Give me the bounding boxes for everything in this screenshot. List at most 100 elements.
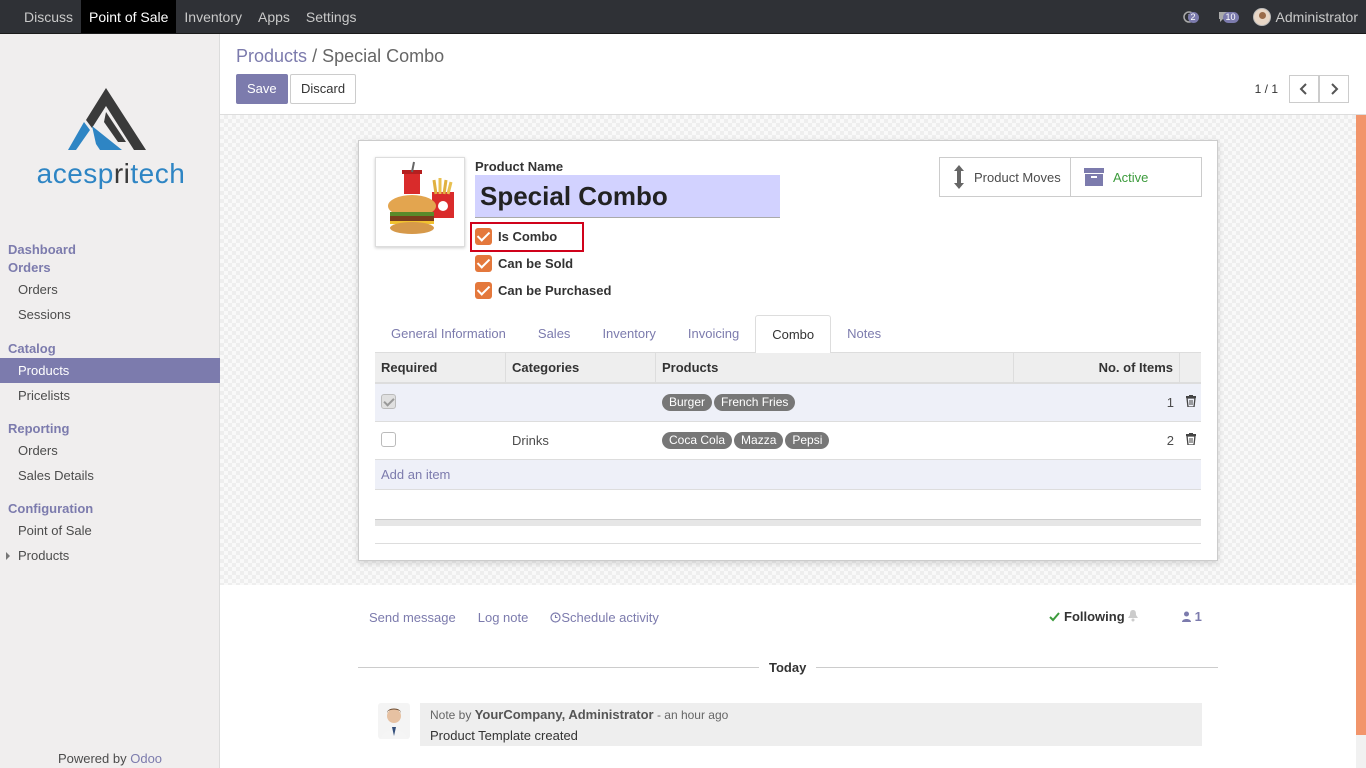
- notebook-tabs: General Information Sales Inventory Invo…: [375, 315, 1201, 354]
- product-tag[interactable]: Coca Cola: [662, 432, 733, 449]
- row-products: Burger French Fries: [656, 394, 1014, 411]
- breadcrumb-current: Special Combo: [322, 46, 445, 66]
- logo-wordmark: acespritech: [36, 158, 186, 189]
- tab-inventory[interactable]: Inventory: [586, 315, 671, 352]
- table-row[interactable]: Burger French Fries 1: [375, 384, 1201, 422]
- tab-sales[interactable]: Sales: [522, 315, 587, 352]
- activity-button[interactable]: 2: [1181, 10, 1199, 24]
- message-author-avatar[interactable]: [378, 703, 410, 739]
- scrollbar-thumb[interactable]: [1356, 115, 1366, 735]
- product-name-input[interactable]: Special Combo: [475, 175, 780, 218]
- menu-discuss[interactable]: Discuss: [16, 0, 81, 33]
- can-be-sold-checkbox[interactable]: [475, 255, 492, 272]
- sidebar-heading-configuration[interactable]: Configuration: [0, 500, 220, 518]
- arrows-vertical-icon: [954, 165, 964, 189]
- is-combo-checkbox[interactable]: [475, 228, 492, 245]
- smart-buttons: Product Moves Active: [939, 157, 1202, 197]
- following-button[interactable]: Following: [1049, 609, 1125, 624]
- delete-row-button[interactable]: [1180, 433, 1201, 448]
- product-tag[interactable]: Burger: [662, 394, 713, 411]
- column-no-of-items[interactable]: No. of Items: [1014, 353, 1180, 382]
- product-image[interactable]: [375, 157, 465, 247]
- sidebar-item-point-of-sale[interactable]: Point of Sale: [0, 518, 220, 543]
- sidebar-heading-orders[interactable]: Orders: [0, 259, 220, 277]
- discard-button[interactable]: Discard: [290, 74, 357, 104]
- sidebar-item-pricelists[interactable]: Pricelists: [0, 383, 220, 408]
- control-panel: Products / Special Combo Save Discard 1 …: [220, 34, 1366, 115]
- archive-icon: [1084, 168, 1104, 186]
- menu-point-of-sale[interactable]: Point of Sale: [81, 0, 177, 33]
- tab-notes[interactable]: Notes: [831, 315, 897, 352]
- table-header: Required Categories Products No. of Item…: [375, 353, 1201, 384]
- can-be-sold-field[interactable]: Can be Sold: [475, 255, 573, 272]
- notification-settings-button[interactable]: [1127, 609, 1139, 625]
- message-author[interactable]: YourCompany, Administrator: [475, 707, 654, 722]
- sidebar-item-products[interactable]: Products: [0, 358, 220, 383]
- tab-combo[interactable]: Combo: [755, 315, 832, 354]
- send-message-button[interactable]: Send message: [369, 610, 456, 625]
- sidebar-item-sessions[interactable]: Sessions: [0, 302, 220, 327]
- powered-by: Powered by Odoo: [57, 751, 163, 766]
- column-required[interactable]: Required: [375, 353, 506, 382]
- sidebar-item-sales-details[interactable]: Sales Details: [0, 463, 220, 488]
- clock-icon: [550, 612, 561, 623]
- user-avatar: [1252, 7, 1271, 26]
- top-navbar: Discuss Point of Sale Inventory Apps Set…: [0, 0, 1366, 34]
- required-checkbox[interactable]: [381, 393, 396, 409]
- divider: [375, 543, 1201, 544]
- tab-general-information[interactable]: General Information: [375, 315, 522, 352]
- sidebar-heading-catalog[interactable]: Catalog: [0, 340, 220, 358]
- systray: 2 10 Administrator: [1181, 0, 1366, 33]
- add-item-link[interactable]: Add an item: [375, 460, 1201, 490]
- followers-button[interactable]: 1: [1182, 609, 1202, 624]
- breadcrumb-separator: /: [312, 46, 318, 66]
- row-products: Coca Cola Mazza Pepsi: [656, 432, 1014, 449]
- product-tag[interactable]: Pepsi: [785, 432, 830, 449]
- schedule-activity-button[interactable]: Schedule activity: [550, 610, 659, 625]
- can-be-purchased-label: Can be Purchased: [498, 283, 612, 298]
- active-toggle-button[interactable]: Active: [1070, 158, 1201, 196]
- menu-section-configuration: Configuration Point of Sale Products: [0, 500, 220, 568]
- message-count-badge: 10: [1222, 11, 1239, 23]
- breadcrumb-products[interactable]: Products: [236, 46, 307, 66]
- sidebar-heading-reporting[interactable]: Reporting: [0, 420, 220, 438]
- pager-previous-button[interactable]: [1289, 75, 1319, 103]
- save-button[interactable]: Save: [236, 74, 288, 104]
- date-separator: Today: [759, 660, 817, 675]
- pager-value[interactable]: 1 / 1: [1255, 82, 1278, 96]
- table-footer: [375, 519, 1201, 526]
- is-combo-field[interactable]: Is Combo: [475, 228, 557, 245]
- menu-settings[interactable]: Settings: [298, 0, 365, 33]
- user-menu[interactable]: Administrator: [1252, 7, 1358, 26]
- odoo-link[interactable]: Odoo: [130, 751, 162, 766]
- messaging-button[interactable]: 10: [1213, 10, 1239, 24]
- message-time: - an hour ago: [656, 708, 729, 722]
- scrollbar[interactable]: [1356, 115, 1366, 768]
- product-tag[interactable]: Mazza: [734, 432, 784, 449]
- delete-row-button[interactable]: [1180, 395, 1201, 410]
- can-be-purchased-checkbox[interactable]: [475, 282, 492, 299]
- sidebar-item-report-orders[interactable]: Orders: [0, 438, 220, 463]
- menu-inventory[interactable]: Inventory: [176, 0, 250, 33]
- tab-invoicing[interactable]: Invoicing: [672, 315, 755, 352]
- product-moves-button[interactable]: Product Moves: [940, 158, 1070, 196]
- sidebar-item-orders[interactable]: Orders: [0, 277, 220, 302]
- menu-apps[interactable]: Apps: [250, 0, 298, 33]
- sidebar-item-config-products[interactable]: Products: [0, 543, 220, 568]
- table-row[interactable]: Drinks Coca Cola Mazza Pepsi 2: [375, 422, 1201, 460]
- main-menu: Discuss Point of Sale Inventory Apps Set…: [0, 0, 365, 33]
- menu-section-catalog: Catalog Products Pricelists: [0, 340, 220, 408]
- chevron-left-icon: [1299, 83, 1307, 95]
- product-tag[interactable]: French Fries: [714, 394, 796, 411]
- log-note-button[interactable]: Log note: [478, 610, 529, 625]
- message-meta: Note by YourCompany, Administrator - an …: [430, 707, 729, 722]
- bell-icon: [1128, 610, 1138, 622]
- column-categories[interactable]: Categories: [506, 353, 656, 382]
- required-checkbox[interactable]: [381, 431, 396, 447]
- column-products[interactable]: Products: [656, 353, 1014, 382]
- can-be-purchased-field[interactable]: Can be Purchased: [475, 282, 611, 299]
- sidebar-heading-dashboard[interactable]: Dashboard: [0, 241, 220, 259]
- pager-next-button[interactable]: [1319, 75, 1349, 103]
- row-category: Drinks: [512, 433, 549, 448]
- menu-section-dashboard: Dashboard Orders Orders Sessions: [0, 241, 220, 327]
